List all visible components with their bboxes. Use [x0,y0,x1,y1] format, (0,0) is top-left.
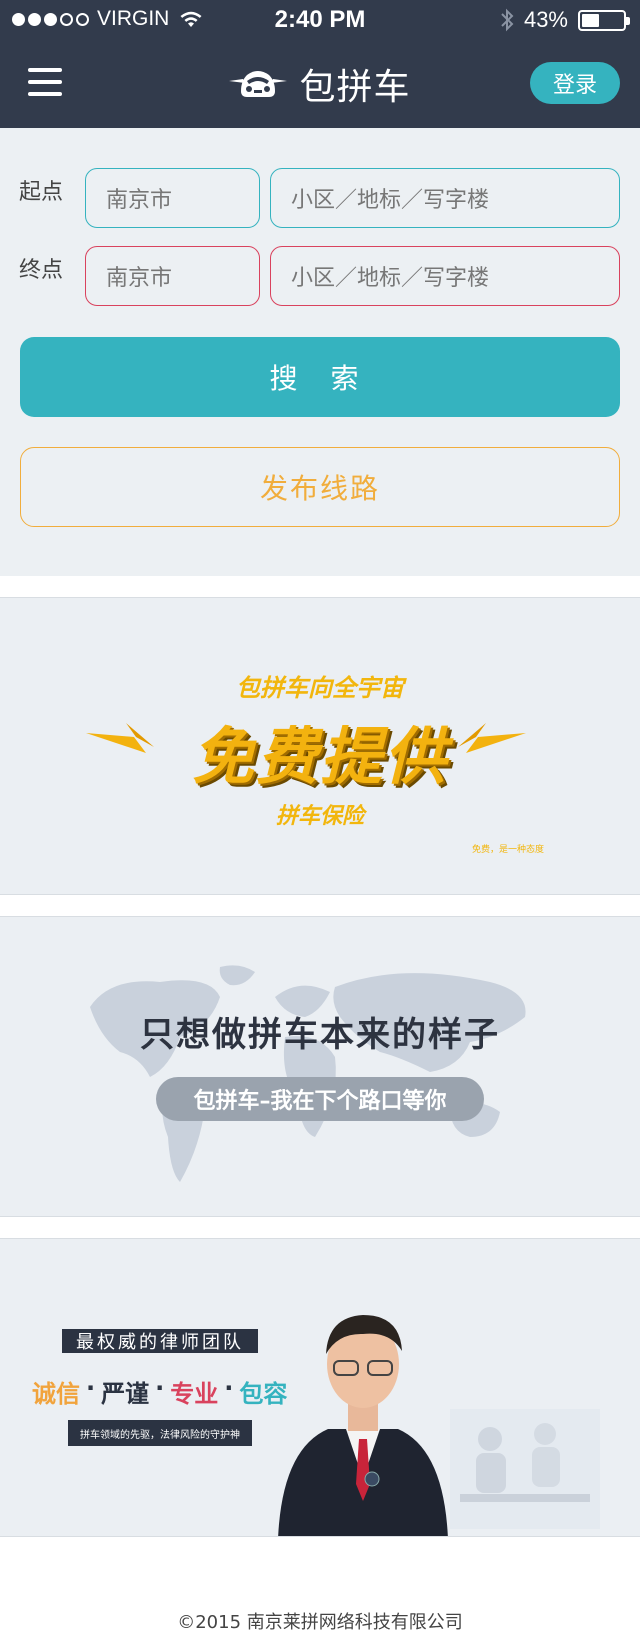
battery-percent: 43% [523,7,568,32]
slogan-pill: 包拼车–我在下个路口等你 [156,1077,484,1121]
banner-note: 免费，是一种态度 [472,845,545,855]
route-search-form: 起点 南京市 小区／地标／写字楼 终点 南京市 小区／地标／写字楼 搜 索 发布… [0,128,640,576]
value-separator: · [155,1374,165,1402]
slogan-title: 只想做拼车本来的样子 [140,1015,500,1055]
start-label: 起点 [19,180,64,205]
end-label: 终点 [19,258,64,283]
office-photo [450,1409,600,1529]
nav-bar: 包拼车 登录 [0,40,640,128]
end-place-input[interactable]: 小区／地标／写字楼 [270,246,620,306]
value-separator: · [224,1374,234,1402]
banner-main-text: 免费提供 [191,720,448,793]
value-separator: · [86,1374,96,1402]
slogan-banner[interactable]: 只想做拼车本来的样子 包拼车–我在下个路口等你 [0,916,640,1217]
start-place-input[interactable]: 小区／地标／写字楼 [270,168,620,228]
value-item: 包容 [239,1380,288,1408]
insurance-banner[interactable]: 包拼车向全宇宙 免费提供 拼车保险 免费，是一种态度 [0,597,640,895]
copyright: ©2015 南京莱拼网络科技有限公司 [177,1612,463,1633]
value-item: 诚信 [32,1380,80,1408]
status-bar: VIRGIN 2:40 PM 43% [0,0,640,40]
car-logo-icon [229,71,288,97]
end-city-field[interactable]: 南京市 [85,246,260,306]
battery-group: 43% [500,7,630,33]
value-item: 专业 [170,1380,219,1408]
login-button[interactable]: 登录 [530,62,620,104]
value-item: 严谨 [101,1380,150,1408]
banner-subtitle: 拼车保险 [275,804,364,829]
banner-headline: 包拼车向全宇宙 [236,674,404,702]
team-tag: 最权威的律师团队 [62,1329,258,1353]
publish-route-button[interactable]: 发布线路 [20,447,620,527]
world-map-icon [90,965,526,1182]
start-city-field[interactable]: 南京市 [85,168,260,228]
battery-icon [578,9,630,31]
values-row: 诚信 · 严谨 · 专业 · 包容 [32,1374,287,1409]
search-button[interactable]: 搜 索 [20,337,620,417]
lawyer-photo [278,1315,448,1536]
bluetooth-icon [501,8,514,32]
app-title: 包拼车 [299,67,411,108]
tagline: 拼车领域的先驱，法律风险的守护神 [68,1420,252,1446]
lawyer-banner[interactable]: 最权威的律师团队 诚信 · 严谨 · 专业 · 包容 拼车领域的先驱，法律风险的… [0,1238,640,1537]
